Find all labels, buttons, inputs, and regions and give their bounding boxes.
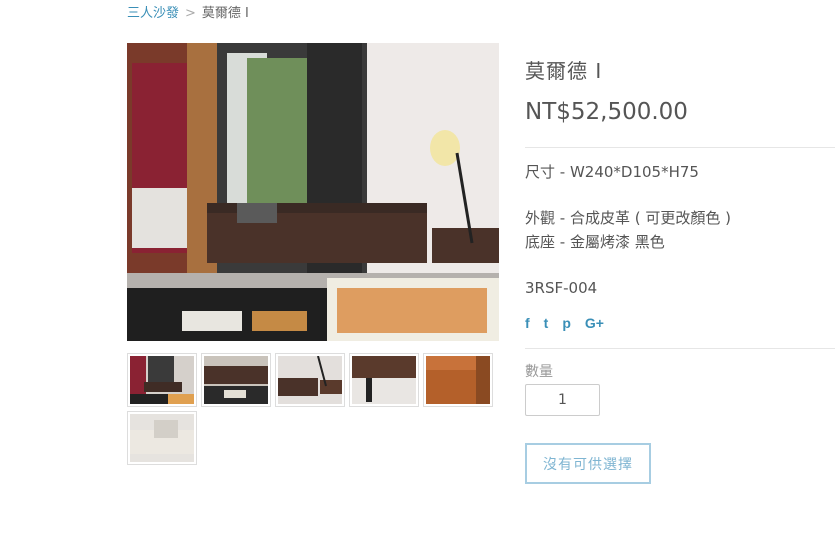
thumbnail-image — [352, 356, 416, 404]
pinterest-icon[interactable]: p — [562, 315, 571, 331]
thumbnail-3[interactable] — [275, 353, 345, 407]
google-plus-icon[interactable]: G+ — [585, 315, 604, 331]
product-main-image[interactable] — [127, 43, 499, 341]
divider — [525, 348, 835, 349]
product-base: 底座 - 金屬烤漆 黑色 — [525, 233, 665, 251]
thumbnail-6[interactable] — [127, 411, 197, 465]
share-links: f t p G+ — [525, 315, 604, 331]
product-price: NT$52,500.00 — [525, 99, 688, 125]
product-title: 莫爾德 I — [525, 59, 603, 83]
breadcrumb-link-three-seat-sofa[interactable]: 三人沙發 — [127, 6, 179, 21]
thumbnail-image — [426, 356, 490, 404]
living-room-photo — [127, 43, 499, 341]
unavailable-button[interactable]: 沒有可供選擇 — [525, 443, 651, 484]
thumbnail-4[interactable] — [349, 353, 419, 407]
product-exterior: 外觀 - 合成皮革 ( 可更改顏色 ) — [525, 209, 731, 227]
facebook-icon[interactable]: f — [525, 315, 530, 331]
thumbnail-image — [130, 356, 194, 404]
quantity-label: 數量 — [525, 364, 553, 380]
breadcrumb-current: 莫爾德 I — [201, 6, 249, 21]
product-size: 尺寸 - W240*D105*H75 — [525, 163, 699, 181]
thumbnail-5[interactable] — [423, 353, 493, 407]
breadcrumb: 三人沙發 > 莫爾德 I — [127, 2, 249, 21]
product-sku: 3RSF-004 — [525, 279, 598, 297]
quantity-input[interactable] — [525, 384, 600, 416]
thumbnail-image — [130, 414, 194, 462]
breadcrumb-separator: > — [185, 6, 196, 21]
twitter-icon[interactable]: t — [544, 315, 549, 331]
divider — [525, 147, 835, 148]
thumbnail-1[interactable] — [127, 353, 197, 407]
thumbnail-2[interactable] — [201, 353, 271, 407]
thumbnail-image — [278, 356, 342, 404]
thumbnail-image — [204, 356, 268, 404]
